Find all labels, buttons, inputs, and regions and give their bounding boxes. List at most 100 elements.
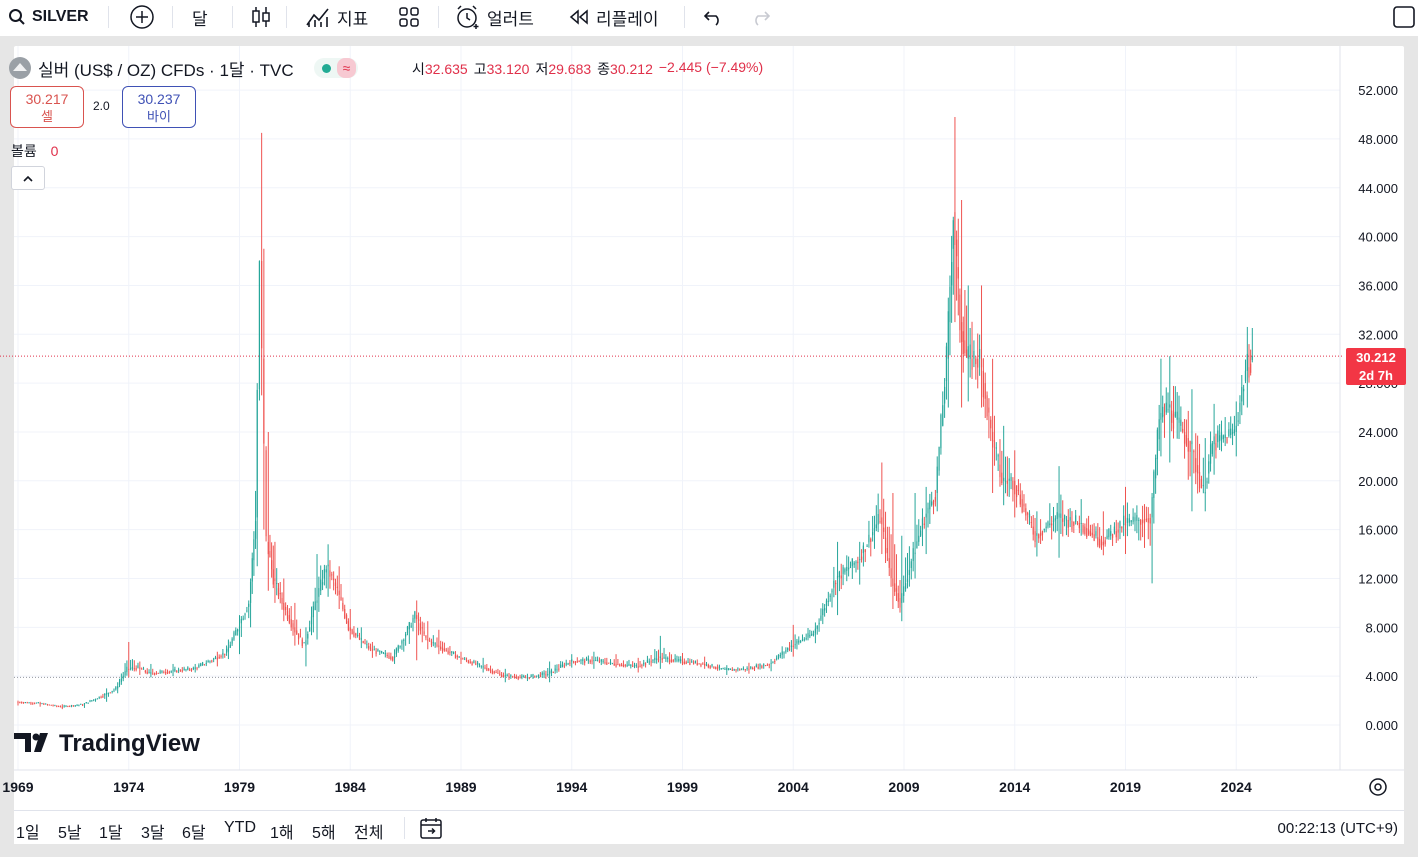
change-value: −2.445 (−7.49%)	[658, 59, 764, 75]
collapse-legend-button[interactable]	[11, 166, 45, 190]
period-button[interactable]: 3달	[141, 819, 165, 843]
candle-body	[554, 668, 556, 671]
candle-body	[85, 702, 87, 704]
candle-body	[824, 608, 826, 611]
period-button[interactable]: 1일	[16, 819, 40, 843]
tradingview-logo[interactable]: TradingView	[14, 730, 200, 757]
candle-body	[728, 668, 730, 670]
candle-body	[914, 552, 916, 555]
period-button[interactable]: 5날	[58, 819, 82, 843]
candle-body	[959, 294, 961, 331]
candle-body	[818, 622, 820, 625]
period-button[interactable]: 6달	[182, 819, 206, 843]
candle-body	[702, 663, 704, 665]
candle-body	[122, 675, 124, 679]
candle-body	[421, 627, 423, 629]
candle-body	[777, 654, 780, 658]
candle-body	[1084, 526, 1086, 534]
candle-body	[785, 650, 787, 652]
timezone-clock[interactable]: 00:22:13 (UTC+9)	[1278, 820, 1398, 837]
last-price-value: 30.212	[1356, 350, 1396, 365]
candle-body	[375, 650, 377, 654]
candle-body	[118, 681, 121, 686]
candle-body	[460, 657, 462, 660]
symbol-legend[interactable]: 실버 (US$ / OZ) CFDs · 1달 · TVC ≈	[8, 57, 359, 80]
candle-body	[181, 670, 183, 672]
candle-body	[680, 659, 682, 662]
candle-body	[1204, 492, 1206, 494]
candle-body	[159, 671, 161, 673]
period-button[interactable]: 전체	[354, 819, 383, 843]
candle-body	[707, 664, 709, 668]
candle-body	[48, 704, 50, 706]
volume-legend[interactable]: 볼륨 0	[11, 141, 58, 161]
candle-body	[276, 582, 278, 584]
candle-body	[624, 664, 626, 666]
candle-body	[523, 676, 525, 678]
price-chart[interactable]: 52.00048.00044.00040.00036.00032.00028.0…	[0, 0, 1418, 857]
time-tick-label: 2009	[888, 779, 919, 795]
candle-body	[776, 657, 778, 660]
candle-body	[1198, 472, 1201, 489]
candle-body	[128, 668, 130, 670]
candle-body	[822, 608, 824, 616]
candle-body	[1165, 402, 1167, 413]
candle-body	[1078, 523, 1080, 529]
candle-body	[663, 657, 665, 659]
candle-body	[831, 590, 833, 593]
candle-body	[567, 663, 569, 665]
candle-body	[447, 650, 449, 654]
candle-body	[272, 569, 274, 585]
candle-body	[957, 267, 959, 279]
candle-body	[547, 674, 549, 676]
candle-body	[1155, 458, 1157, 479]
candle-body	[357, 635, 359, 637]
period-button[interactable]: 5해	[312, 819, 336, 843]
candle-body	[855, 561, 857, 564]
candle-body	[715, 667, 717, 670]
candle-body	[1213, 436, 1215, 445]
candle-body	[45, 703, 47, 705]
sell-button[interactable]: 30.217 셀	[10, 86, 84, 128]
candle-body	[884, 537, 887, 554]
candle-body	[96, 698, 98, 700]
candle-body	[179, 670, 182, 672]
candle-body	[1169, 404, 1171, 408]
candle-body	[733, 669, 735, 671]
candle-body	[757, 666, 759, 669]
candle-body	[844, 569, 846, 573]
candle-body	[32, 702, 34, 704]
candle-body	[1224, 434, 1226, 439]
candle-body	[39, 703, 41, 705]
candle-body	[960, 322, 963, 342]
candle-body	[163, 672, 165, 674]
candle-body	[144, 670, 146, 673]
period-button[interactable]: 1달	[99, 819, 123, 843]
candle-body	[596, 659, 599, 661]
candle-body	[1185, 435, 1188, 446]
candle-body	[578, 661, 580, 663]
period-button[interactable]: YTD	[224, 819, 256, 837]
buy-button[interactable]: 30.237 바이	[122, 86, 196, 128]
candle-body	[528, 677, 530, 679]
candle-body	[809, 634, 811, 637]
candle-body	[1149, 517, 1151, 524]
candle-body	[779, 655, 781, 657]
candle-body	[929, 500, 931, 510]
candle-body	[401, 640, 403, 644]
candle-body	[720, 668, 722, 670]
candle-body	[91, 700, 93, 702]
candle-body	[292, 623, 294, 630]
candle-body	[233, 632, 235, 640]
candle-body	[451, 651, 453, 653]
candle-body	[646, 659, 649, 663]
candle-body	[93, 699, 95, 701]
chart-settings-button[interactable]	[1369, 778, 1387, 796]
goto-date-button[interactable]	[419, 816, 445, 845]
candle-body	[560, 664, 562, 668]
candle-body	[1145, 518, 1147, 521]
period-button[interactable]: 1해	[270, 819, 294, 843]
candle-body	[334, 582, 337, 586]
candle-body	[613, 663, 615, 666]
candle-body	[879, 520, 881, 523]
